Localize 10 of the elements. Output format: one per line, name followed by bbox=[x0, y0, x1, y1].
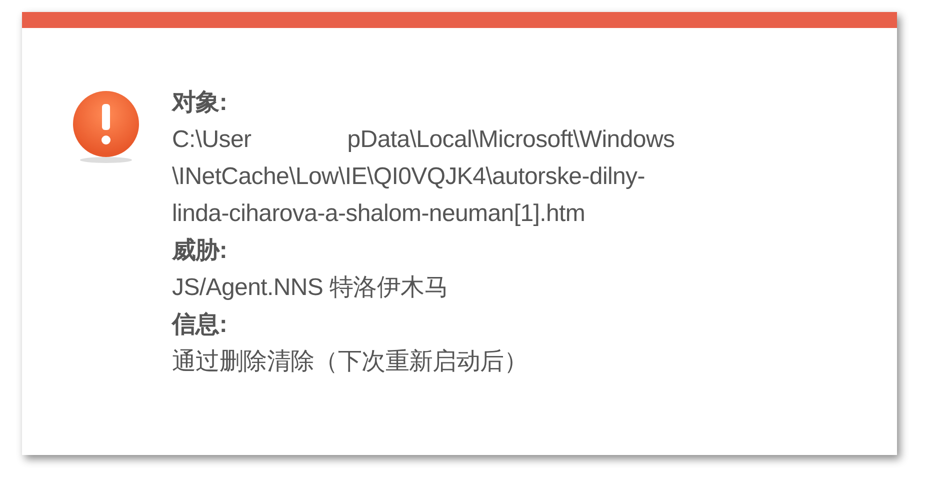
field-value: \INetCache\Low\IE\QI0VQJK4\autorske-dilny- bbox=[172, 162, 645, 192]
warning-icon bbox=[70, 90, 142, 166]
field-value: JS/Agent.NNS 特洛伊木马 bbox=[172, 273, 448, 303]
field-value: 通过删除清除（下次重新启动后） bbox=[172, 347, 528, 377]
field-value: C:\User bbox=[172, 125, 252, 155]
field-value: linda-ciharova-a-shalom-neuman[1].htm bbox=[172, 199, 586, 229]
field-value: pData\Local\Microsoft\Windows bbox=[347, 125, 675, 155]
field-label: 信息: bbox=[172, 310, 228, 340]
field-label: 威胁: bbox=[172, 236, 228, 266]
field-label: 对象: bbox=[172, 88, 228, 118]
